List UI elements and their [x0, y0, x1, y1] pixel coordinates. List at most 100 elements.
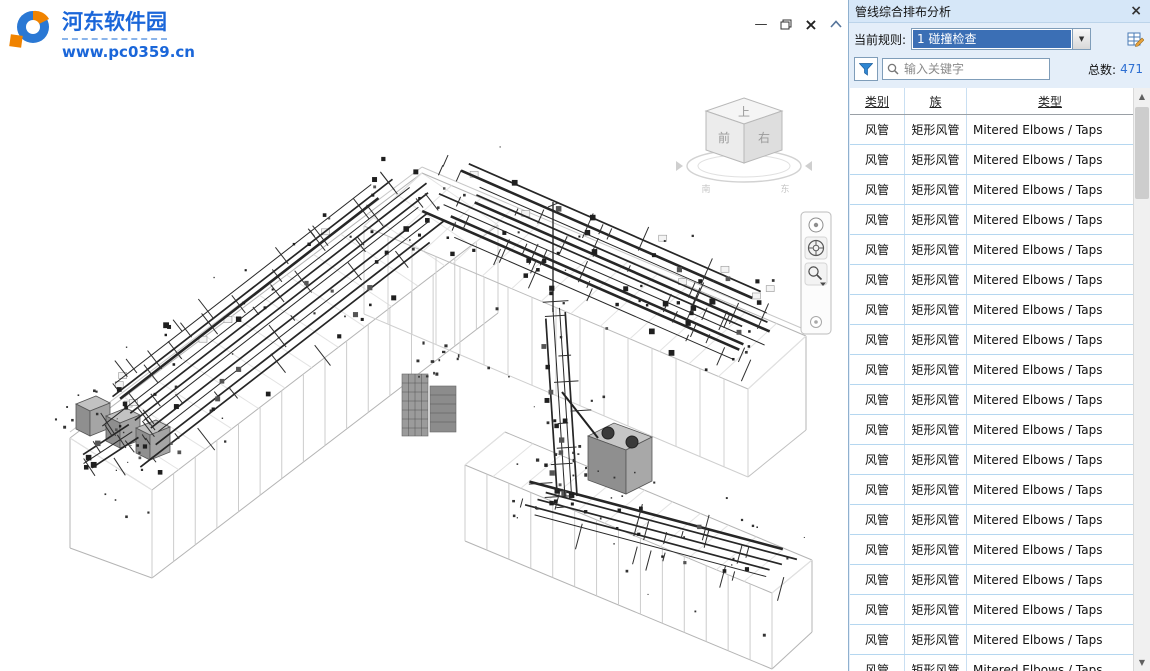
- navbar-bottom-button[interactable]: [811, 317, 822, 328]
- table-row[interactable]: 风管 矩形风管 Mitered Elbows / Taps: [850, 235, 1133, 265]
- table-row[interactable]: 风管 矩形风管 Mitered Elbows / Taps: [850, 535, 1133, 565]
- header-type[interactable]: 类型: [967, 88, 1133, 114]
- cell-type: Mitered Elbows / Taps: [967, 565, 1133, 594]
- table-row[interactable]: 风管 矩形风管 Mitered Elbows / Taps: [850, 115, 1133, 145]
- cell-family: 矩形风管: [905, 325, 967, 354]
- panel-title: 管线综合排布分析: [855, 3, 1128, 20]
- watermark: 河东软件园 www.pc0359.cn: [8, 6, 195, 61]
- table-row[interactable]: 风管 矩形风管 Mitered Elbows / Taps: [850, 265, 1133, 295]
- cell-type: Mitered Elbows / Taps: [967, 415, 1133, 444]
- cell-family: 矩形风管: [905, 445, 967, 474]
- chevron-down-icon: ▼: [1079, 35, 1084, 43]
- cell-category: 风管: [850, 205, 905, 234]
- header-category[interactable]: 类别: [850, 88, 905, 114]
- scroll-down-button[interactable]: ▼: [1134, 654, 1150, 671]
- minimize-button[interactable]: —: [753, 16, 769, 32]
- cell-type: Mitered Elbows / Taps: [967, 145, 1133, 174]
- cell-category: 风管: [850, 505, 905, 534]
- cell-family: 矩形风管: [905, 475, 967, 504]
- cell-family: 矩形风管: [905, 595, 967, 624]
- table-scrollbar[interactable]: ▲ ▼: [1133, 88, 1150, 671]
- total-count: 471: [1120, 62, 1143, 76]
- search-box[interactable]: [882, 58, 1050, 80]
- collapse-chevron-icon[interactable]: [828, 16, 844, 32]
- table-row[interactable]: 风管 矩形风管 Mitered Elbows / Taps: [850, 415, 1133, 445]
- cell-family: 矩形风管: [905, 625, 967, 654]
- cell-category: 风管: [850, 235, 905, 264]
- cell-family: 矩形风管: [905, 265, 967, 294]
- header-family[interactable]: 族: [905, 88, 967, 114]
- viewcube-right-label: 右: [758, 130, 770, 145]
- scroll-down-icon: ▼: [1139, 658, 1145, 667]
- full-navigation-wheel-button[interactable]: [809, 218, 823, 232]
- cell-family: 矩形风管: [905, 115, 967, 144]
- cell-category: 风管: [850, 655, 905, 671]
- pipeline-analysis-panel: 管线综合排布分析 × 当前规则: 1 碰撞检查 ▼: [848, 0, 1150, 671]
- table-row[interactable]: 风管 矩形风管 Mitered Elbows / Taps: [850, 325, 1133, 355]
- total-label: 总数:: [1088, 61, 1116, 78]
- cell-category: 风管: [850, 175, 905, 204]
- table-row[interactable]: 风管 矩形风管 Mitered Elbows / Taps: [850, 385, 1133, 415]
- cell-family: 矩形风管: [905, 415, 967, 444]
- compass-east-tick[interactable]: [805, 161, 812, 171]
- table-row[interactable]: 风管 矩形风管 Mitered Elbows / Taps: [850, 145, 1133, 175]
- cell-category: 风管: [850, 535, 905, 564]
- rule-toolbar: 当前规则: 1 碰撞检查 ▼: [849, 23, 1150, 53]
- navigation-bar: [801, 212, 831, 334]
- table-body: 风管 矩形风管 Mitered Elbows / Taps 风管 矩形风管 Mi…: [850, 115, 1133, 671]
- table-row[interactable]: 风管 矩形风管 Mitered Elbows / Taps: [850, 355, 1133, 385]
- panel-title-bar: 管线综合排布分析 ×: [849, 0, 1150, 23]
- current-rule-label: 当前规则:: [854, 31, 906, 48]
- cell-type: Mitered Elbows / Taps: [967, 385, 1133, 414]
- viewcube[interactable]: 上 前 右 南 东: [676, 98, 812, 195]
- table-row[interactable]: 风管 矩形风管 Mitered Elbows / Taps: [850, 565, 1133, 595]
- 3d-viewport[interactable]: 上 前 右 南 东: [0, 0, 848, 671]
- cell-type: Mitered Elbows / Taps: [967, 475, 1133, 504]
- table-row[interactable]: 风管 矩形风管 Mitered Elbows / Taps: [850, 475, 1133, 505]
- scroll-up-button[interactable]: ▲: [1134, 88, 1150, 105]
- table-row[interactable]: 风管 矩形风管 Mitered Elbows / Taps: [850, 595, 1133, 625]
- cell-type: Mitered Elbows / Taps: [967, 505, 1133, 534]
- cell-family: 矩形风管: [905, 295, 967, 324]
- cell-category: 风管: [850, 145, 905, 174]
- scrollbar-thumb[interactable]: [1135, 107, 1149, 199]
- restore-button[interactable]: [778, 16, 794, 32]
- steering-wheel-icon[interactable]: [805, 237, 827, 259]
- cell-type: Mitered Elbows / Taps: [967, 535, 1133, 564]
- panel-close-button[interactable]: ×: [1128, 3, 1144, 19]
- rule-selected-value: 1 碰撞检查: [913, 30, 1071, 48]
- window-controls: — ×: [753, 16, 844, 32]
- close-view-button[interactable]: ×: [803, 16, 819, 32]
- table-row[interactable]: 风管 矩形风管 Mitered Elbows / Taps: [850, 205, 1133, 235]
- compass-west-tick[interactable]: [676, 161, 683, 171]
- cell-family: 矩形风管: [905, 235, 967, 264]
- table-row[interactable]: 风管 矩形风管 Mitered Elbows / Taps: [850, 505, 1133, 535]
- restore-icon: [780, 19, 792, 30]
- cell-type: Mitered Elbows / Taps: [967, 175, 1133, 204]
- site-logo-icon: [8, 6, 54, 52]
- viewcube-top-label: 上: [738, 105, 750, 119]
- cell-family: 矩形风管: [905, 535, 967, 564]
- cell-type: Mitered Elbows / Taps: [967, 205, 1133, 234]
- compass-east-label: 东: [780, 183, 789, 195]
- cell-category: 风管: [850, 325, 905, 354]
- cell-type: Mitered Elbows / Taps: [967, 595, 1133, 624]
- cell-category: 风管: [850, 595, 905, 624]
- watermark-site-name: 河东软件园: [62, 6, 167, 40]
- table-row[interactable]: 风管 矩形风管 Mitered Elbows / Taps: [850, 625, 1133, 655]
- combobox-dropdown-button[interactable]: ▼: [1072, 29, 1090, 49]
- cell-family: 矩形风管: [905, 205, 967, 234]
- table-row[interactable]: 风管 矩形风管 Mitered Elbows / Taps: [850, 445, 1133, 475]
- search-input[interactable]: [902, 61, 1045, 77]
- zoom-tool-icon[interactable]: [805, 263, 827, 286]
- table-row[interactable]: 风管 矩形风管 Mitered Elbows / Taps: [850, 655, 1133, 671]
- rule-combobox[interactable]: 1 碰撞检查 ▼: [911, 28, 1091, 50]
- rule-settings-button[interactable]: [1125, 29, 1145, 49]
- cell-type: Mitered Elbows / Taps: [967, 655, 1133, 671]
- filter-button[interactable]: [854, 57, 878, 81]
- cell-category: 风管: [850, 445, 905, 474]
- table-row[interactable]: 风管 矩形风管 Mitered Elbows / Taps: [850, 175, 1133, 205]
- table-row[interactable]: 风管 矩形风管 Mitered Elbows / Taps: [850, 295, 1133, 325]
- cell-family: 矩形风管: [905, 655, 967, 671]
- watermark-site-url: www.pc0359.cn: [62, 43, 195, 61]
